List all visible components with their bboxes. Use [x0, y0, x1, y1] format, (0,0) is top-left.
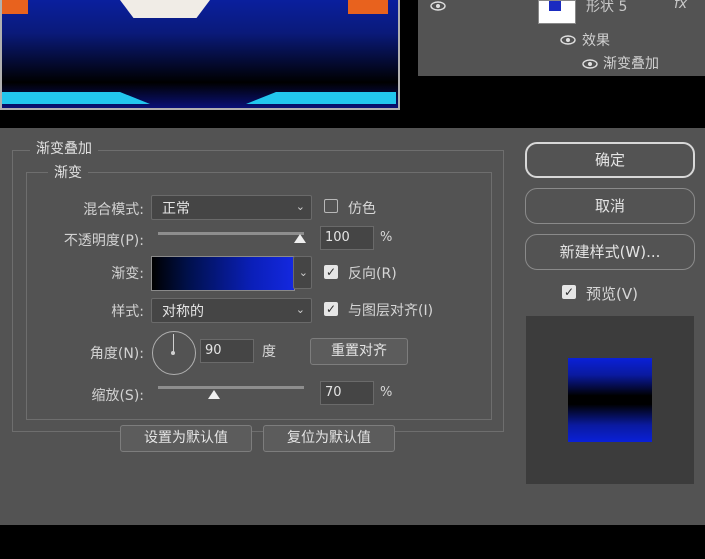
- ok-button[interactable]: 确定: [525, 142, 695, 178]
- blend-mode-label: 混合模式:: [83, 202, 144, 218]
- opacity-unit: %: [380, 230, 393, 245]
- scale-label: 缩放(S):: [91, 388, 144, 404]
- dialog-bottom-edge: [0, 525, 705, 559]
- blend-mode-select[interactable]: 正常 ⌄: [151, 195, 312, 220]
- scale-slider-track[interactable]: [158, 386, 304, 389]
- scale-input[interactable]: 70: [320, 381, 374, 405]
- preview-checkbox[interactable]: ✓: [562, 285, 576, 299]
- group-title: 渐变叠加: [30, 138, 98, 158]
- preview-label: 预览(V): [586, 285, 638, 303]
- chevron-down-icon: ⌄: [295, 303, 305, 316]
- layer-thumbnail[interactable]: [538, 0, 576, 24]
- subgroup-title: 渐变: [48, 162, 88, 182]
- dither-checkbox[interactable]: [324, 199, 338, 213]
- gradient-swatch[interactable]: [151, 256, 295, 291]
- chevron-down-icon: ⌄: [295, 200, 305, 213]
- scale-slider-thumb[interactable]: [208, 390, 221, 399]
- style-label: 样式:: [111, 304, 144, 320]
- make-default-button[interactable]: 设置为默认值: [120, 425, 252, 452]
- angle-dial-center: [171, 351, 175, 355]
- reset-alignment-button[interactable]: 重置对齐: [310, 338, 408, 365]
- opacity-slider-track[interactable]: [158, 232, 304, 235]
- reset-to-default-button[interactable]: 复位为默认值: [263, 425, 395, 452]
- cancel-button[interactable]: 取消: [525, 188, 695, 224]
- effect-item-gradient-overlay[interactable]: 渐变叠加: [603, 53, 659, 73]
- reverse-label: 反向(R): [348, 266, 397, 282]
- angle-unit: 度: [262, 344, 276, 360]
- gradient-overlay-visibility-eye-icon[interactable]: [582, 58, 598, 73]
- effects-visibility-eye-icon[interactable]: [560, 34, 576, 49]
- opacity-label: 不透明度(P):: [63, 233, 144, 249]
- new-style-button[interactable]: 新建样式(W)...: [525, 234, 695, 270]
- dither-label: 仿色: [348, 201, 376, 217]
- angle-label: 角度(N):: [89, 346, 144, 362]
- style-select[interactable]: 对称的 ⌄: [151, 298, 312, 323]
- canvas-border: [0, 0, 400, 110]
- opacity-slider-thumb[interactable]: [293, 234, 306, 243]
- effects-label[interactable]: 效果: [582, 30, 610, 50]
- style-preview-swatch: [568, 358, 652, 442]
- chevron-down-icon: ⌄: [298, 266, 308, 279]
- blend-mode-value: 正常: [162, 201, 190, 217]
- fx-icon[interactable]: fx: [674, 0, 687, 12]
- gradient-picker-dropdown[interactable]: ⌄: [293, 256, 312, 289]
- layer-visibility-eye-icon[interactable]: [430, 0, 446, 15]
- reverse-checkbox[interactable]: ✓: [324, 265, 338, 279]
- layer-name[interactable]: 形状 5: [586, 0, 627, 16]
- style-value: 对称的: [162, 304, 204, 320]
- align-with-layer-checkbox[interactable]: ✓: [324, 302, 338, 316]
- angle-input[interactable]: 90: [200, 339, 254, 363]
- opacity-input[interactable]: 100: [320, 226, 374, 250]
- align-with-layer-label: 与图层对齐(I): [348, 303, 434, 319]
- scale-unit: %: [380, 385, 393, 400]
- canvas-area: [0, 0, 418, 128]
- gradient-label: 渐变:: [111, 266, 144, 282]
